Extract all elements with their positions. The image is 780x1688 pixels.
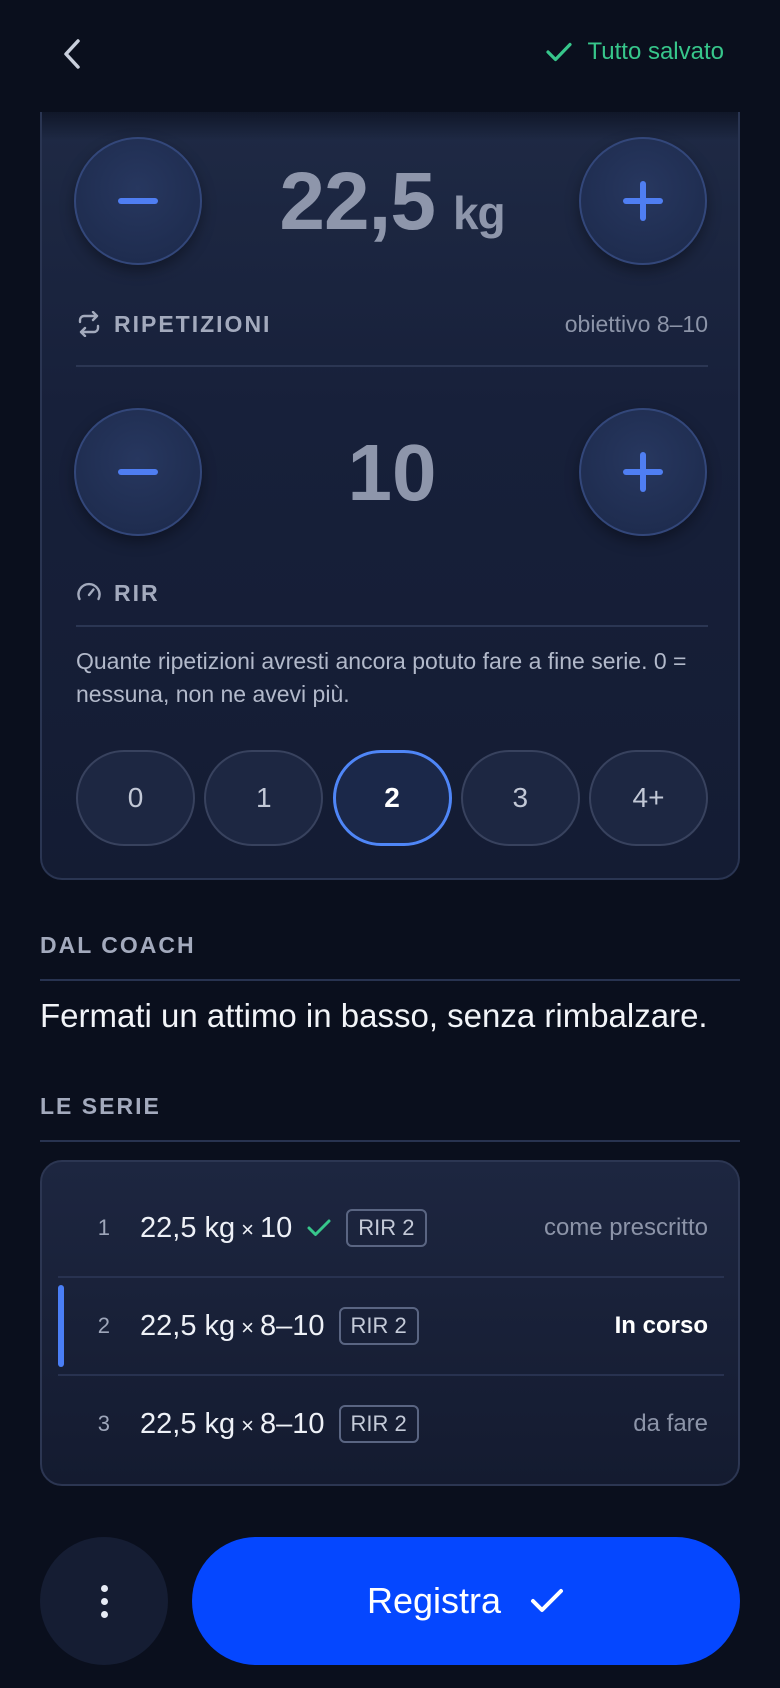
rir-header: RIR (76, 575, 708, 611)
register-button[interactable]: Registra (192, 1537, 740, 1665)
series-number: 2 (97, 1313, 110, 1338)
series-load: 22,5 kg × 8–10 (140, 1407, 325, 1440)
save-status-label: Tutto salvato (587, 38, 724, 65)
chevron-left-icon (64, 39, 80, 69)
coach-note: Fermati un attimo in basso, senza rimbal… (40, 997, 708, 1034)
series-status: In corso (614, 1312, 708, 1339)
rir-label: RIR (114, 579, 160, 606)
rir-description: Quante ripetizioni avresti ancora potuto… (76, 648, 687, 707)
screen: Tutto salvato 22,5 kg RIPETIZIONI obietti… (0, 0, 780, 1688)
weight-number: 22,5 (279, 156, 436, 247)
coach-section-title: DAL COACH (40, 932, 196, 958)
series-row-2[interactable]: 2 22,5 kg × 8–10 RIR 2 In corso (58, 1277, 724, 1375)
reps-increase-button[interactable] (579, 408, 707, 536)
rir-badge: RIR 2 (338, 1405, 419, 1443)
check-icon (531, 1589, 564, 1612)
rir-option-3[interactable]: 3 (460, 750, 580, 846)
reps-goal: obiettivo 8–10 (564, 310, 708, 337)
save-status: Tutto salvato (545, 38, 724, 66)
rir-badge: RIR 2 (346, 1209, 427, 1247)
more-options-button[interactable] (40, 1537, 168, 1665)
series-number: 3 (97, 1411, 110, 1436)
weight-unit: kg (452, 187, 506, 239)
reps-label: RIPETIZIONI (114, 310, 272, 337)
series-list: 1 22,5 kg × 10 RIR 2 come prescritto 2 22,… (40, 1160, 740, 1486)
weight-increase-button[interactable] (579, 137, 707, 265)
divider (76, 625, 708, 627)
divider (76, 365, 708, 367)
divider (40, 1140, 740, 1142)
rir-option-0[interactable]: 0 (76, 750, 195, 846)
rir-option-1[interactable]: 1 (204, 750, 324, 846)
check-icon (306, 1218, 332, 1238)
gauge-icon (77, 582, 101, 601)
series-number: 1 (97, 1215, 110, 1240)
series-section-title: LE SERIE (40, 1093, 161, 1119)
rir-option-4plus[interactable]: 4+ (589, 750, 708, 846)
rir-option-2[interactable]: 2 (332, 750, 452, 846)
series-load: 22,5 kg × 10 (140, 1211, 293, 1244)
repeat-icon (78, 311, 100, 337)
reps-header: RIPETIZIONI obiettivo 8–10 (76, 306, 708, 342)
plus-icon (623, 452, 663, 492)
back-button[interactable] (52, 34, 92, 74)
series-row-1[interactable]: 1 22,5 kg × 10 RIR 2 come prescritto (58, 1179, 724, 1277)
series-status: come prescritto (543, 1214, 708, 1241)
set-entry-card: 22,5 kg RIPETIZIONI obiettivo 8–10 10 RI… (40, 100, 740, 880)
rir-options: 0 1 2 3 4+ (76, 750, 708, 846)
register-label: Registra (366, 1580, 502, 1621)
series-row-3[interactable]: 3 22,5 kg × 8–10 RIR 2 da fare (58, 1375, 724, 1473)
series-load: 22,5 kg × 8–10 (140, 1309, 325, 1342)
check-icon (546, 42, 573, 62)
divider (40, 979, 740, 981)
plus-icon (623, 181, 663, 221)
series-status: da fare (633, 1410, 708, 1437)
more-vertical-icon (100, 1584, 108, 1592)
rir-badge: RIR 2 (338, 1307, 419, 1345)
top-bar: Tutto salvato (0, 0, 780, 112)
